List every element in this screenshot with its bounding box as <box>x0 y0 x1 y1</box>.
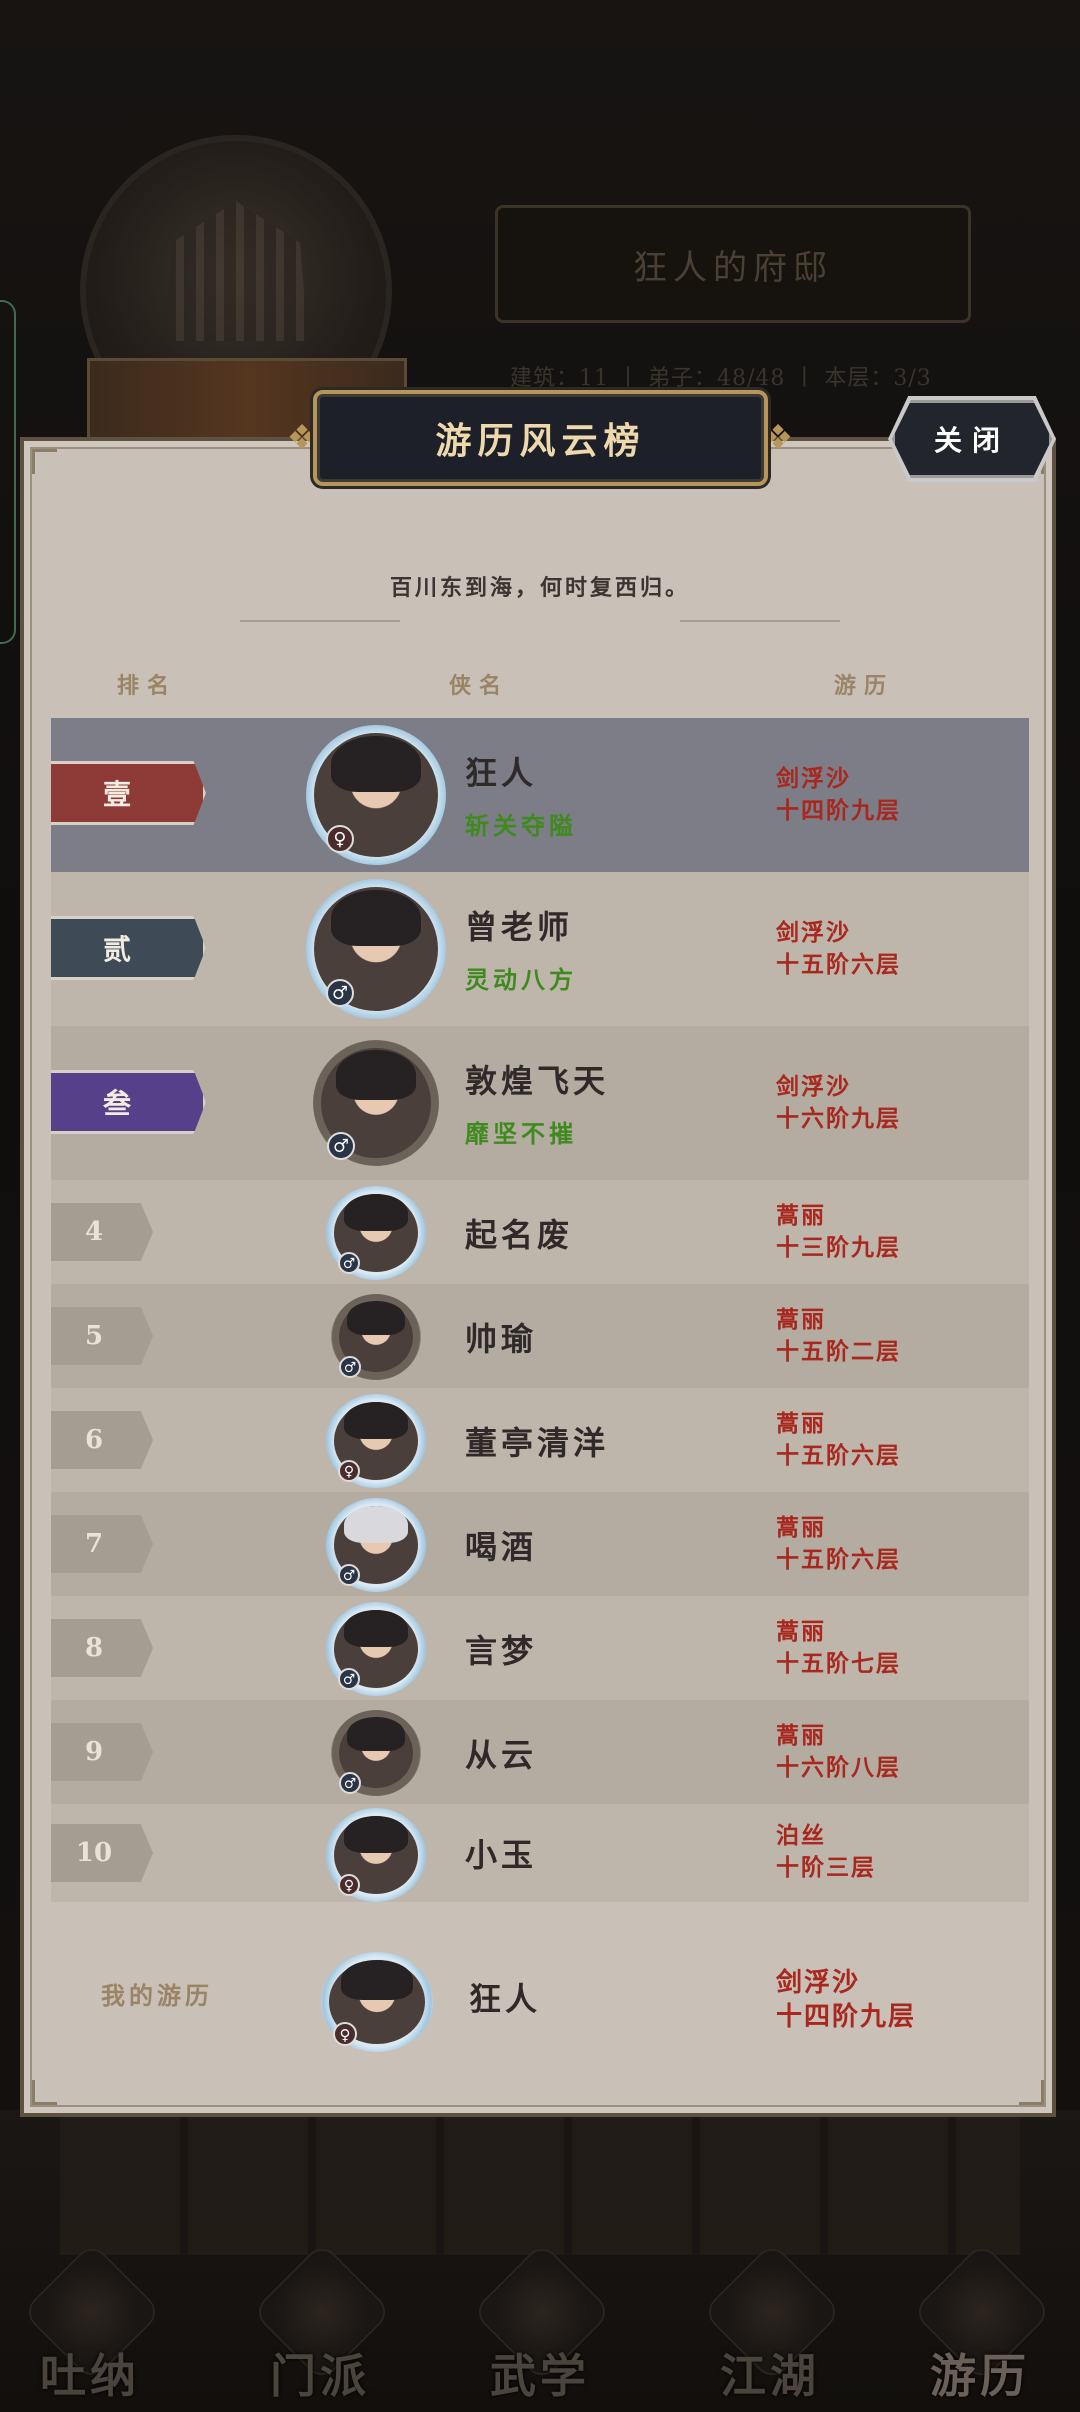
player-title: 靡坚不摧 <box>465 1119 577 1148</box>
player-progress: 剑浮沙 十六阶九层 <box>776 1073 901 1132</box>
player-avatar[interactable]: ♀ <box>326 1394 426 1488</box>
player-name: 言梦 <box>465 1632 538 1670</box>
nav-martial[interactable]: 武学 <box>450 2240 630 2412</box>
female-icon: ♀ <box>338 1874 360 1896</box>
leaderboard-row[interactable]: 10 ♀ 小玉 泊丝 十阶三层 <box>51 1804 1029 1902</box>
leaderboard-row[interactable]: 叁 ♂ 敦煌飞天 靡坚不摧 剑浮沙 十六阶九层 <box>51 1026 1029 1180</box>
rank-tag: 10 <box>51 1824 153 1882</box>
player-progress: 剑浮沙 十四阶九层 <box>776 765 901 824</box>
player-progress: 蒿丽 十五阶二层 <box>776 1306 901 1365</box>
divider <box>240 620 400 622</box>
panel-title: 游历风云榜 <box>435 420 646 462</box>
player-avatar[interactable]: ♂ <box>331 1710 421 1796</box>
player-progress: 泊丝 十阶三层 <box>776 1822 876 1881</box>
rank-tag: 4 <box>51 1203 153 1261</box>
panel-title-plate: 游历风云榜 <box>313 390 768 486</box>
player-avatar[interactable]: ♀ <box>326 1808 426 1902</box>
rank-tag: 7 <box>51 1515 153 1573</box>
player-name: 喝酒 <box>465 1528 538 1566</box>
rank-tag: 6 <box>51 1411 153 1469</box>
rank-tag: 8 <box>51 1619 153 1677</box>
player-avatar[interactable]: ♂ <box>331 1294 421 1380</box>
header-rank: 排名 <box>117 673 178 699</box>
header-progress: 游历 <box>834 673 895 699</box>
room-strip <box>60 2115 1020 2255</box>
corner-ornament <box>32 449 57 474</box>
male-icon: ♂ <box>338 1252 360 1274</box>
rank-ribbon: 叁 <box>51 1070 206 1134</box>
corner-ornament <box>32 2080 57 2105</box>
leaderboard-list: 壹 ♀ 狂人 斩关夺隘 剑浮沙 十四阶九层 贰 ♂ 曾老师 灵动八方 剑浮沙 十… <box>51 718 1029 1902</box>
nav-breathing[interactable]: 吐纳 <box>0 2240 180 2412</box>
leaderboard-row[interactable]: 壹 ♀ 狂人 斩关夺隘 剑浮沙 十四阶九层 <box>51 718 1029 872</box>
male-icon: ♂ <box>327 1132 355 1160</box>
player-avatar[interactable]: ♂ <box>326 1498 426 1592</box>
player-avatar[interactable]: ♀ <box>306 725 446 865</box>
player-avatar[interactable]: ♂ <box>306 879 446 1019</box>
divider <box>680 620 840 622</box>
leaderboard-row[interactable]: 6 ♀ 董亭清洋 蒿丽 十五阶六层 <box>51 1388 1029 1492</box>
female-icon: ♀ <box>333 2022 357 2046</box>
male-icon: ♂ <box>339 1356 361 1378</box>
nav-sect[interactable]: 门派 <box>230 2240 410 2412</box>
my-progress: 剑浮沙 十四阶九层 <box>776 1968 917 2032</box>
motto-text: 百川东到海，何时复西归。 <box>389 575 690 601</box>
player-name: 帅瑜 <box>465 1320 538 1358</box>
my-avatar[interactable]: ♀ <box>321 1952 433 2052</box>
player-name: 董亭清洋 <box>465 1424 610 1462</box>
player-progress: 蒿丽 十五阶七层 <box>776 1618 901 1677</box>
leaderboard-row[interactable]: 7 ♂ 喝酒 蒿丽 十五阶六层 <box>51 1492 1029 1596</box>
player-avatar[interactable]: ♂ <box>326 1602 426 1696</box>
female-icon: ♀ <box>326 825 354 853</box>
male-icon: ♂ <box>338 1668 360 1690</box>
rank-ribbon: 壹 <box>51 761 206 825</box>
player-name: 起名废 <box>465 1216 574 1254</box>
rank-ribbon: 贰 <box>51 916 206 980</box>
player-title: 斩关夺隘 <box>465 811 577 840</box>
player-progress: 蒿丽 十六阶八层 <box>776 1722 901 1781</box>
my-name: 狂人 <box>469 1980 542 2018</box>
player-title: 灵动八方 <box>465 965 577 994</box>
player-name: 小玉 <box>465 1836 538 1874</box>
leaderboard-row[interactable]: 5 ♂ 帅瑜 蒿丽 十五阶二层 <box>51 1284 1029 1388</box>
player-progress: 蒿丽 十三阶九层 <box>776 1202 901 1261</box>
player-name: 狂人 <box>465 754 538 792</box>
player-avatar[interactable]: ♂ <box>313 1040 439 1166</box>
player-name: 从云 <box>465 1736 538 1774</box>
male-icon: ♂ <box>326 979 354 1007</box>
nav-jianghu[interactable]: 江湖 <box>680 2240 860 2412</box>
nav-travel[interactable]: 游历 <box>890 2240 1070 2412</box>
mansion-stats: 建筑：11 丨 弟子：48/48 丨 本层：3/3 <box>510 366 932 391</box>
leaderboard-row[interactable]: 贰 ♂ 曾老师 灵动八方 剑浮沙 十五阶六层 <box>51 872 1029 1026</box>
my-record-row: 我的游历 ♀ 狂人 剑浮沙 十四阶九层 <box>51 1932 1029 2062</box>
close-button[interactable]: 关闭 <box>892 400 1052 478</box>
my-record-label: 我的游历 <box>101 1981 213 2010</box>
male-icon: ♂ <box>338 1564 360 1586</box>
player-progress: 蒿丽 十五阶六层 <box>776 1514 901 1573</box>
female-icon: ♀ <box>338 1460 360 1482</box>
player-avatar[interactable]: ♂ <box>326 1186 426 1280</box>
male-icon: ♂ <box>339 1772 361 1794</box>
header-name: 侠名 <box>449 673 510 699</box>
rank-tag: 9 <box>51 1723 153 1781</box>
player-progress: 蒿丽 十五阶六层 <box>776 1410 901 1469</box>
leaderboard-row[interactable]: 9 ♂ 从云 蒿丽 十六阶八层 <box>51 1700 1029 1804</box>
mansion-title: 狂人的府邸 <box>495 205 971 323</box>
player-progress: 剑浮沙 十五阶六层 <box>776 919 901 978</box>
leaderboard-row[interactable]: 4 ♂ 起名废 蒿丽 十三阶九层 <box>51 1180 1029 1284</box>
player-name: 敦煌飞天 <box>465 1062 610 1100</box>
corner-ornament <box>1019 2080 1044 2105</box>
rank-tag: 5 <box>51 1307 153 1365</box>
leaderboard-row[interactable]: 8 ♂ 言梦 蒿丽 十五阶七层 <box>51 1596 1029 1700</box>
player-name: 曾老师 <box>465 908 574 946</box>
